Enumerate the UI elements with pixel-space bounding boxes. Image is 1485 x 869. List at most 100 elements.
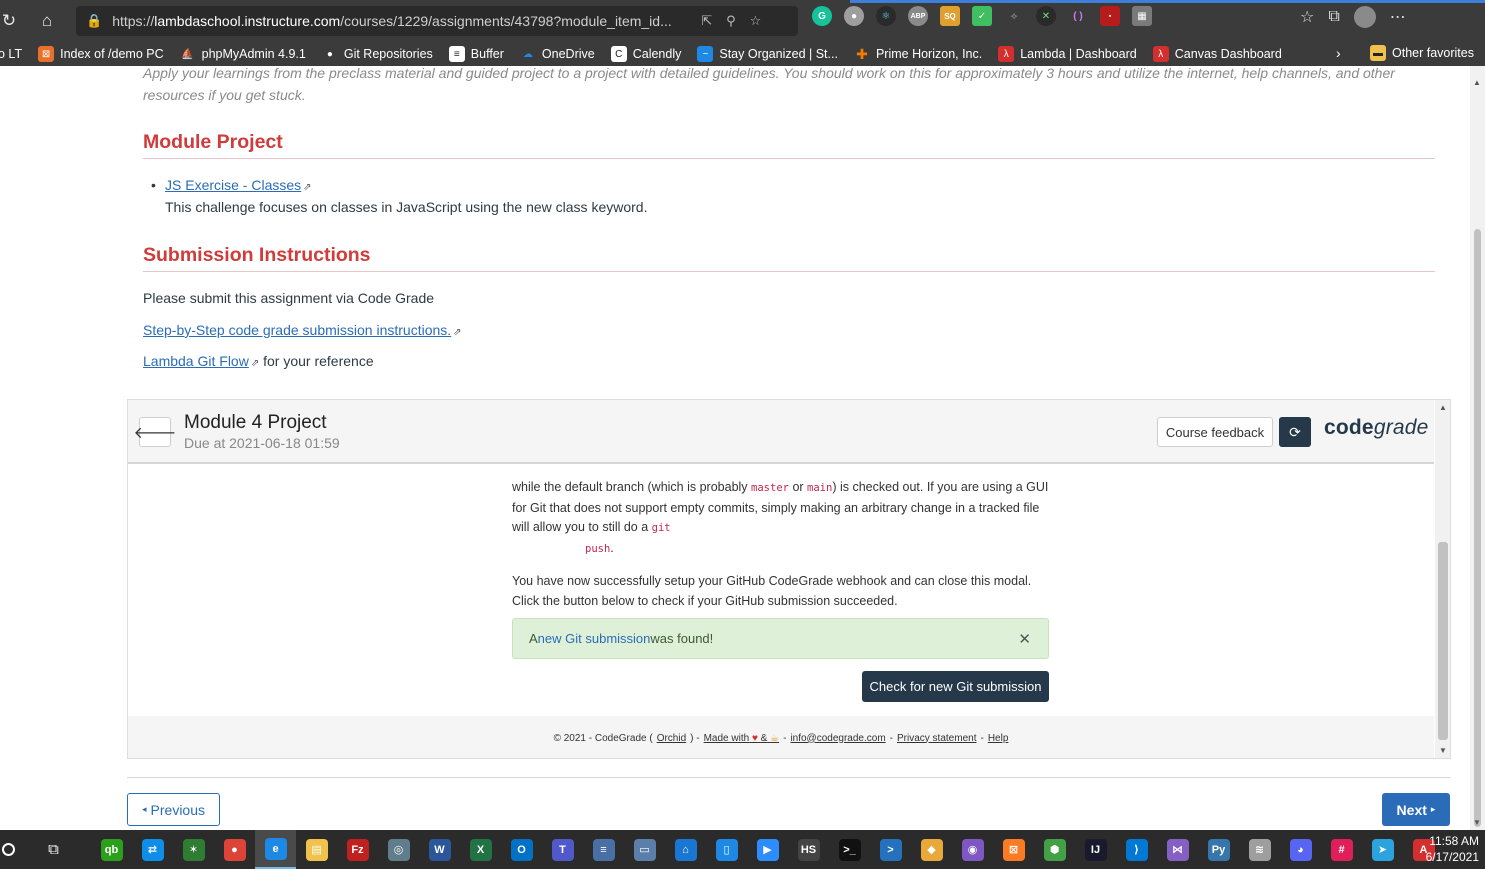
- scroll-up-icon[interactable]: ▲: [1439, 403, 1447, 412]
- refresh-button[interactable]: ⟳: [1279, 417, 1311, 447]
- taskbar-app-monitor-icon[interactable]: ▭: [624, 830, 665, 869]
- address-bar[interactable]: 🔒 https://lambdaschool.instructure.com/c…: [76, 6, 798, 36]
- taskbar-file-explorer-icon[interactable]: ▤: [296, 830, 337, 869]
- taskbar-word-icon[interactable]: W: [419, 830, 460, 869]
- profile-avatar-icon[interactable]: [1353, 6, 1376, 28]
- braces-extension-icon[interactable]: ( ): [1068, 6, 1088, 26]
- scroll-thumb[interactable]: [1438, 542, 1448, 740]
- bookmark-item[interactable]: ⊠ Index of /demo PC: [38, 46, 164, 62]
- filezilla-icon: Fz: [346, 838, 369, 861]
- page-scrollbar[interactable]: ▲ ▼: [1470, 66, 1485, 830]
- orchid-link[interactable]: Orchid: [657, 733, 686, 744]
- grammarly-icon[interactable]: G: [812, 6, 832, 26]
- taskbar-quickbooks-icon[interactable]: qb: [91, 830, 132, 869]
- exercise-description: This challenge focuses on classes in Jav…: [165, 199, 648, 215]
- taskbar-filezilla-icon[interactable]: Fz: [337, 830, 378, 869]
- taskbar-slack-icon[interactable]: #: [1321, 830, 1362, 869]
- taskbar-app-purple-icon[interactable]: ◉: [952, 830, 993, 869]
- favorite-star-icon[interactable]: ☆: [750, 13, 762, 29]
- bookmark-item[interactable]: ≡ Buffer: [448, 46, 504, 62]
- bookmark-item[interactable]: λ Lambda | Dashboard: [998, 46, 1137, 62]
- more-menu-icon[interactable]: ⋯: [1390, 7, 1406, 27]
- bookmark-item[interactable]: ☁ OneDrive: [520, 46, 595, 62]
- taskbar-git-icon[interactable]: ◆: [911, 830, 952, 869]
- python-icon: Py: [1207, 838, 1230, 861]
- taskbar-intellij-icon[interactable]: IJ: [1075, 830, 1116, 869]
- close-icon[interactable]: ✕: [1018, 630, 1031, 648]
- taskbar-database-icon[interactable]: ≋: [1239, 830, 1280, 869]
- taskbar-vscode-icon[interactable]: ⟩: [1116, 830, 1157, 869]
- url-text[interactable]: https://lambdaschool.instructure.com/cou…: [112, 13, 687, 29]
- email-link[interactable]: info@codegrade.com: [790, 733, 885, 744]
- frame-scrollbar[interactable]: ▲ ▼: [1435, 400, 1450, 758]
- taskbar-discord-icon[interactable]: ◕: [1280, 830, 1321, 869]
- taskbar-excel-icon[interactable]: X: [460, 830, 501, 869]
- help-link[interactable]: Help: [988, 733, 1009, 744]
- home-icon[interactable]: ⌂: [32, 6, 62, 36]
- bookmark-item[interactable]: ● Git Repositories: [322, 46, 433, 62]
- refresh-icon[interactable]: ↻: [0, 6, 24, 36]
- new-submission-link[interactable]: new Git submission: [538, 631, 651, 646]
- taskbar-app-blue-icon[interactable]: ⌂: [665, 830, 706, 869]
- bookmark-item[interactable]: ⛵ phpMyAdmin 4.9.1: [180, 46, 305, 62]
- app-cube-icon: ⬢: [1043, 838, 1066, 861]
- taskbar-teams-icon[interactable]: T: [542, 830, 583, 869]
- taskbar-zoom-icon[interactable]: ▶: [747, 830, 788, 869]
- taskbar-telegram-icon[interactable]: ➤: [1362, 830, 1403, 869]
- slack-extension-icon[interactable]: ✕: [1036, 6, 1056, 26]
- taskbar-app-phone-icon[interactable]: ▯: [706, 830, 747, 869]
- scroll-down-icon[interactable]: ▼: [1439, 746, 1447, 755]
- taskbar-terminal-icon[interactable]: >_: [829, 830, 870, 869]
- red-extension-icon[interactable]: ▪: [1100, 6, 1120, 26]
- taskbar-powershell-icon[interactable]: >: [870, 830, 911, 869]
- extension-circle-icon[interactable]: ●: [844, 6, 864, 26]
- extension-cloud-icon[interactable]: ⟡: [1004, 6, 1024, 26]
- sq-extension-icon[interactable]: SQ: [940, 6, 960, 26]
- taskbar-outlook-icon[interactable]: O: [501, 830, 542, 869]
- taskbar-xampp-icon[interactable]: ⊠: [993, 830, 1034, 869]
- taskbar-python-icon[interactable]: Py: [1198, 830, 1239, 869]
- shield-extension-icon[interactable]: ✓: [972, 6, 992, 26]
- zoom-icon[interactable]: ⚲: [726, 13, 736, 29]
- scroll-down-icon[interactable]: ▼: [1473, 818, 1481, 827]
- course-feedback-button[interactable]: Course feedback: [1157, 417, 1273, 447]
- taskbar-edge-icon[interactable]: e: [255, 830, 296, 869]
- other-favorites[interactable]: ▬ Other favorites: [1370, 45, 1474, 61]
- taskbar-app-satellite-icon[interactable]: ◎: [378, 830, 419, 869]
- taskbar-app-doc-icon[interactable]: ≡: [583, 830, 624, 869]
- react-devtools-icon[interactable]: ⚛: [876, 6, 896, 26]
- bookmark-item[interactable]: λ Canvas Dashboard: [1152, 46, 1282, 62]
- favorites-icon[interactable]: ☆: [1300, 7, 1314, 27]
- step-by-step-link[interactable]: Step-by-Step code grade submission instr…: [143, 322, 451, 338]
- taskbar-chrome-icon[interactable]: ●: [214, 830, 255, 869]
- chevron-right-icon[interactable]: ›: [1336, 45, 1341, 61]
- check-submission-button[interactable]: Check for new Git submission: [862, 671, 1049, 702]
- grid-extension-icon[interactable]: ▦: [1132, 6, 1152, 26]
- taskbar-app-green-icon[interactable]: ✶: [173, 830, 214, 869]
- taskbar-teamviewer-icon[interactable]: ⇄: [132, 830, 173, 869]
- gitflow-link[interactable]: Lambda Git Flow: [143, 353, 249, 369]
- adblock-icon[interactable]: ABP: [908, 6, 928, 26]
- privacy-link[interactable]: Privacy statement: [897, 733, 976, 744]
- search-circle-icon[interactable]: [0, 830, 16, 869]
- system-clock[interactable]: 11:58 AM 6/17/2021: [1426, 833, 1479, 865]
- exercise-link-item[interactable]: JS Exercise - Classes ⇗: [165, 177, 312, 193]
- previous-button[interactable]: ◂ Previous: [127, 793, 220, 826]
- taskbar-hubspot-icon[interactable]: HS: [788, 830, 829, 869]
- bookmark-item[interactable]: C Calendly: [610, 46, 681, 62]
- scroll-up-icon[interactable]: ▲: [1473, 78, 1481, 87]
- bookmark-item[interactable]: ✚ Prime Horizon, Inc.: [854, 46, 982, 62]
- bookmark-item[interactable]: ~ Stay Organized | St...: [697, 46, 838, 62]
- open-external-icon[interactable]: ⇱: [701, 13, 712, 29]
- taskbar-app-cube-icon[interactable]: ⬢: [1034, 830, 1075, 869]
- made-with-link[interactable]: Made with ♥ & ☕: [704, 733, 780, 744]
- next-button[interactable]: Next ▸: [1382, 793, 1450, 826]
- collections-icon[interactable]: ⧉: [1328, 8, 1339, 26]
- back-button[interactable]: 🡐: [134, 417, 176, 447]
- taskbar-visual-studio-icon[interactable]: ⋈: [1157, 830, 1198, 869]
- exercise-link[interactable]: JS Exercise - Classes: [165, 177, 301, 193]
- step-link-item[interactable]: Step-by-Step code grade submission instr…: [143, 322, 462, 338]
- bookmark-item[interactable]: o LT: [0, 47, 22, 61]
- scroll-thumb[interactable]: [1474, 229, 1481, 827]
- task-view-icon[interactable]: ⧉: [16, 830, 91, 869]
